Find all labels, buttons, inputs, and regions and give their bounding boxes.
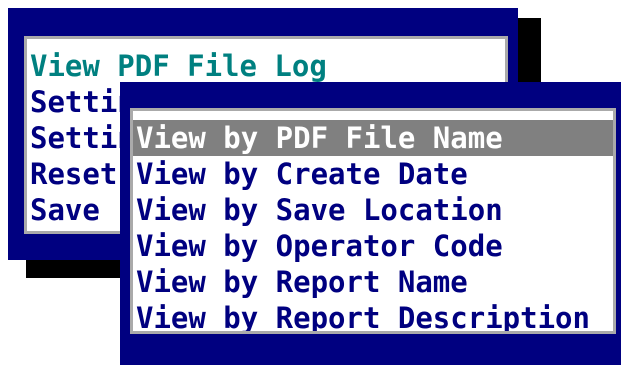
main-menu-shadow-bottom — [26, 258, 126, 278]
submenu-item-view-by-create-date[interactable]: View by Create Date — [133, 156, 613, 192]
submenu-item-view-by-save-location[interactable]: View by Save Location — [133, 192, 613, 228]
submenu-item-view-by-operator-code[interactable]: View by Operator Code — [133, 228, 613, 264]
submenu-panel: View by PDF File Name View by Create Dat… — [120, 82, 621, 365]
submenu-item-view-by-report-description[interactable]: View by Report Description — [133, 300, 613, 331]
submenu-item-view-by-report-name[interactable]: View by Report Name — [133, 264, 613, 300]
menu-item-view-pdf-file-log[interactable]: View PDF File Log — [27, 48, 505, 84]
screen: View PDF File Log Settings Settings Rese… — [0, 0, 621, 365]
submenu-item-view-by-pdf-file-name[interactable]: View by PDF File Name — [133, 120, 613, 156]
submenu: View by PDF File Name View by Create Dat… — [130, 108, 616, 334]
